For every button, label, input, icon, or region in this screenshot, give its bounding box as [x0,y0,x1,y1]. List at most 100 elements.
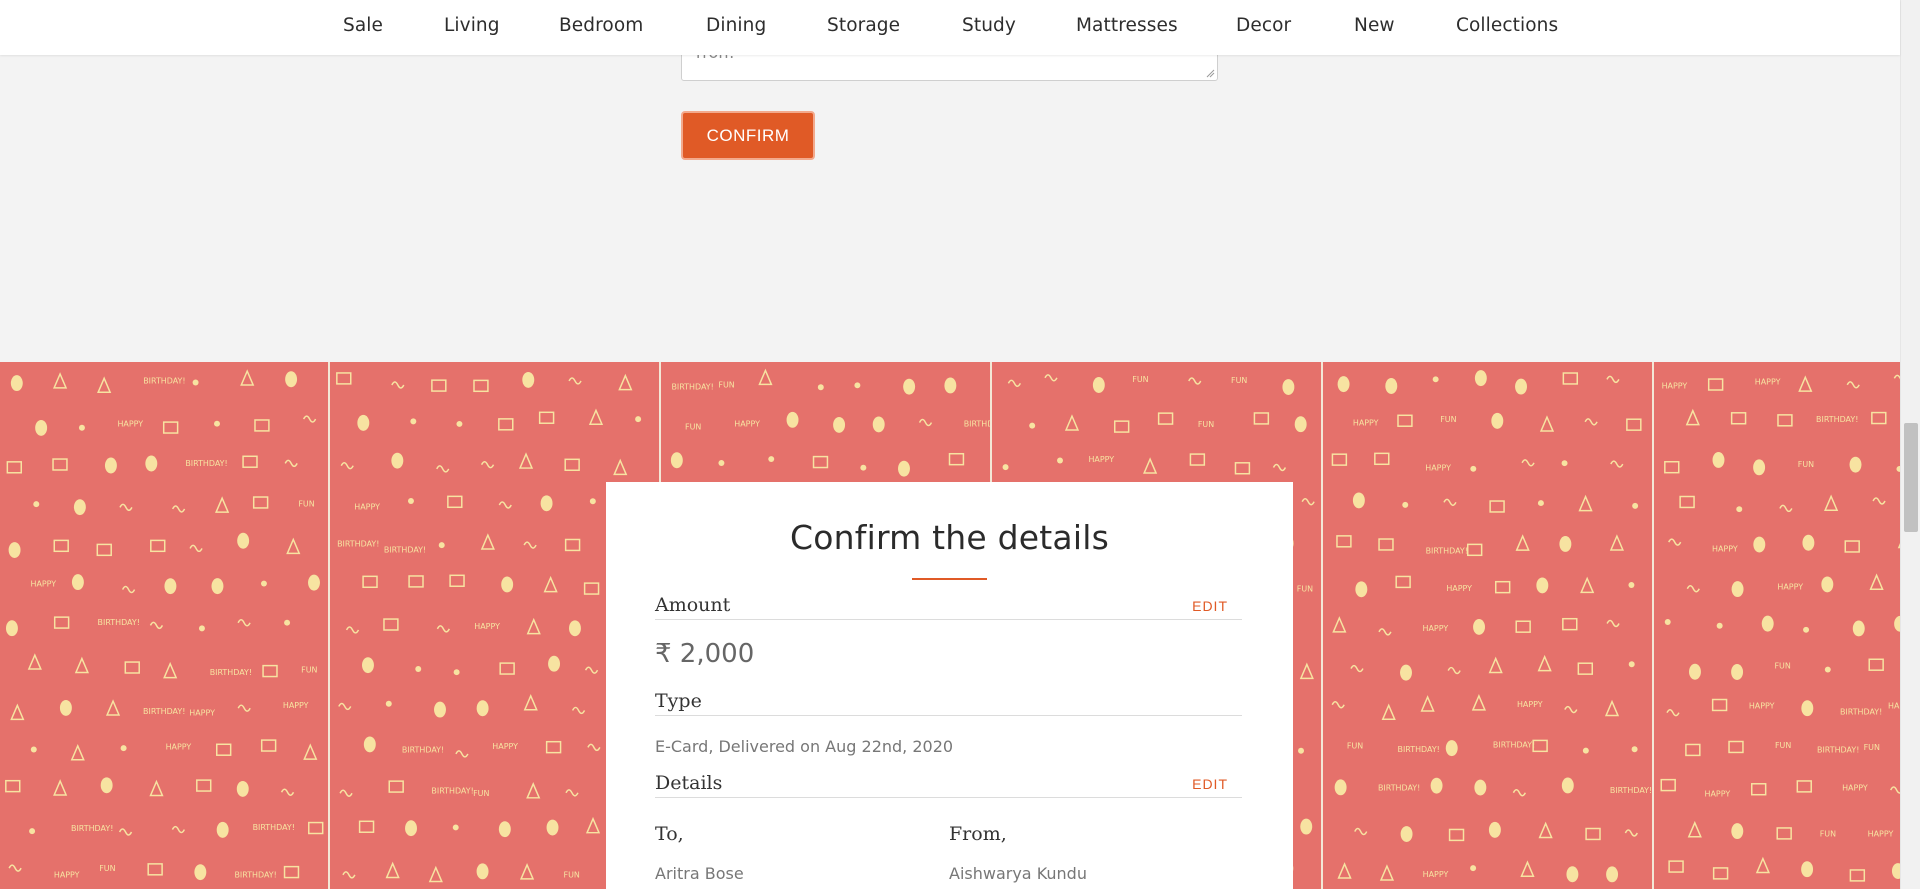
balloon-doodle [898,460,910,477]
doodle-word: BIRTHDAY! [671,383,713,392]
nav-item-bedroom[interactable]: Bedroom [559,15,643,36]
dot-doodle [1736,506,1743,513]
doodle-word: FUN [1297,584,1313,593]
scrollbar-thumb[interactable] [1904,423,1918,532]
doodle-word: HAPPY [1712,545,1738,554]
gift-doodle [362,575,378,589]
balloon-doodle [548,655,561,672]
balloon-doodle [1294,416,1307,433]
dot-doodle [410,418,417,425]
balloon-doodle [1092,377,1105,393]
gift-doodle [1395,575,1411,589]
amount-edit-link[interactable]: EDIT [1192,598,1228,614]
nav-item-sale[interactable]: Sale [343,15,383,36]
nav-item-storage[interactable]: Storage [827,15,900,36]
doodle-word: FUN [1820,829,1836,838]
dot-doodle [1057,457,1063,464]
details-edit-link[interactable]: EDIT [1192,776,1228,792]
balloon-doodle [1300,818,1313,835]
pattern-tile: BIRTHDAY! HAPPY BIRTHDAY! FUN HAPPY BIRTHDAY!… [0,362,330,889]
doodle-word: BIRTHDAY! [1398,745,1440,754]
nav-item-collections[interactable]: Collections [1456,15,1558,36]
squiggle-doodle [1686,585,1700,593]
gift-doodle [1113,420,1130,433]
details-label: Details [655,772,723,794]
nav-item-living[interactable]: Living [444,15,500,36]
squiggle-doodle [171,825,186,834]
squiggle-doodle [523,541,537,549]
balloon-doodle [1488,821,1501,838]
squiggle-doodle [436,625,451,633]
amount-section-header: Amount EDIT [655,594,1242,620]
balloon-doodle [1400,664,1412,681]
from-label: From, [949,823,1007,845]
confirm-button[interactable]: CONFIRM [681,111,815,160]
resize-handle-icon[interactable] [1205,68,1215,78]
squiggle-doodle [119,503,133,512]
squiggle-doodle [1354,827,1368,836]
party-hat-doodle [303,743,318,760]
gift-doodle [473,379,489,393]
gift-doodle [5,779,21,793]
doodle-word: BIRTHDAY! [1426,546,1468,555]
balloon-doodle [872,416,885,433]
nav-item-new[interactable]: New [1354,15,1395,36]
dot-doodle [1470,865,1477,872]
squiggle-doodle [568,377,582,385]
doodle-word: FUN [301,666,317,675]
doodle-word: FUN [564,870,580,879]
balloon-doodle [405,820,417,837]
nav-item-study[interactable]: Study [962,15,1016,36]
nav-item-mattresses[interactable]: Mattresses [1076,15,1178,36]
squiggle-doodle [342,871,356,879]
balloon-doodle [236,780,249,797]
dot-doodle [768,456,775,463]
balloon-doodle [1712,451,1725,468]
party-hat-doodle [1538,821,1553,839]
confirm-details-card: Confirm the details Amount EDIT ₹ 2,000 … [606,482,1293,889]
doodle-word: HAPPY [1777,582,1803,591]
balloon-doodle [357,414,370,431]
squiggle-doodle [584,666,599,674]
balloon-doodle [540,495,553,512]
doodle-word: HAPPY [283,701,309,710]
squiggle-doodle [571,706,586,715]
gift-doodle [308,821,324,835]
party-hat-doodle [1379,864,1395,881]
balloon-doodle [1474,370,1487,387]
party-hat-doodle [1381,703,1396,721]
gift-doodle [383,618,399,631]
nav-item-decor[interactable]: Decor [1236,15,1291,36]
page-scrollbar[interactable] [1900,0,1920,889]
balloon-doodle [670,452,683,469]
balloon-doodle [1731,664,1744,680]
dot-doodle [438,542,445,549]
doodle-word: HAPPY [1423,624,1449,633]
dot-doodle [192,379,199,386]
nav-item-dining[interactable]: Dining [706,15,766,36]
balloon-doodle [363,736,376,753]
gift-doodle [1679,495,1695,509]
balloon-doodle [1430,777,1443,794]
balloon-doodle [216,821,229,838]
gift-doodle [447,495,463,509]
dot-doodle [854,382,861,389]
balloon-doodle [391,452,404,469]
dot-doodle [1029,422,1036,429]
balloon-doodle [1561,777,1574,794]
doodle-word: BIRTHDAY! [98,618,140,627]
gift-doodle [124,661,140,674]
squiggle-doodle [1606,619,1620,628]
dot-doodle [456,420,463,427]
gift-doodle [1253,412,1270,425]
doodle-word: HAPPY [1888,702,1900,711]
gift-doodle [545,740,562,754]
squiggle-doodle [280,788,295,796]
doodle-word: HAPPY [1353,419,1379,428]
gift-doodle [1234,462,1251,475]
pattern-tile: HAPPY HAPPY HAPPY BIRTHDAY! BIRTHDAY! FUN FUN B… [1655,362,1900,889]
squiggle-doodle [340,461,354,470]
party-hat-doodle [1520,860,1535,877]
card-title: Confirm the details [790,518,1109,557]
party-hat-doodle [215,496,230,513]
